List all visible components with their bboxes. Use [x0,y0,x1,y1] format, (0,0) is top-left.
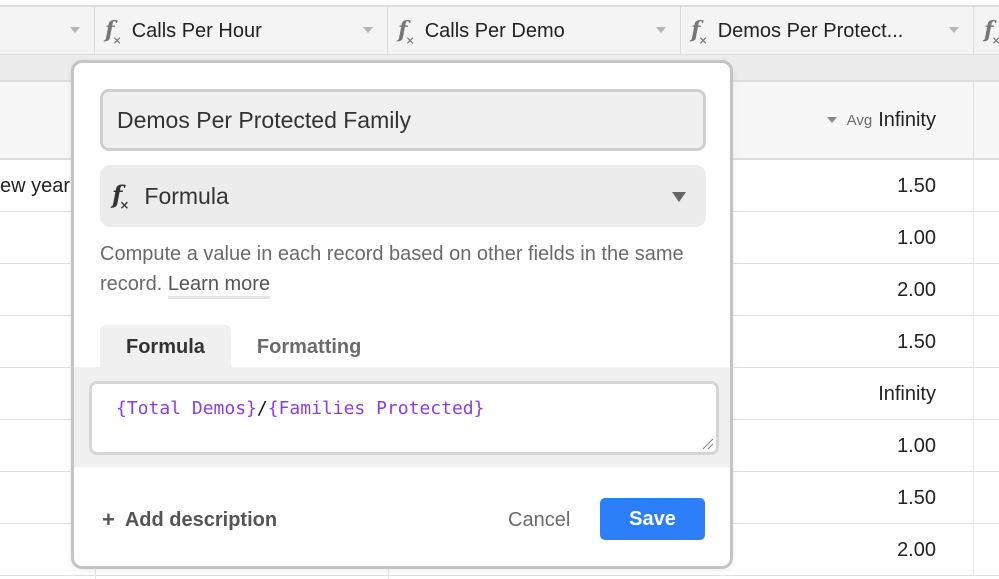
add-description-button[interactable]: + Add description [102,507,277,533]
field-type-label: Formula [144,182,229,209]
chevron-down-icon [672,192,686,202]
save-button[interactable]: Save [600,498,705,540]
field-type-select[interactable]: f× Formula [100,165,706,227]
tab-formatting[interactable]: Formatting [231,325,387,367]
add-description-label: Add description [124,508,278,531]
header-row: f× Calls Per Hour f× Calls Per Demo f× D… [0,5,999,55]
tab-formula[interactable]: Formula [100,325,231,367]
resize-handle-icon[interactable] [703,439,713,449]
formula-icon: f× [398,16,415,48]
column-header-primary[interactable] [0,7,95,55]
chevron-down-icon[interactable] [826,117,837,123]
column-header-demos-per-protected[interactable]: f× Demos Per Protect... [681,7,974,55]
chevron-down-icon[interactable] [656,27,666,33]
field-config-dialog: f× Formula Compute a value in each recor… [71,60,733,569]
formula-editor-area: {Total Demos}/{Families Protected} [74,367,730,467]
formula-icon: f× [105,16,122,48]
formula-input[interactable]: {Total Demos}/{Families Protected} [89,381,719,455]
summary-value: Infinity [878,108,936,131]
column-header-calls-per-hour[interactable]: f× Calls Per Hour [95,7,388,55]
formula-operator: / [256,398,268,419]
column-header-calls-per-demo[interactable]: f× Calls Per Demo [388,7,681,55]
column-header-label: Demos Per Protect... [717,19,904,42]
formula-icon: f× [984,16,999,48]
column-header-label: Calls Per Demo [424,19,565,42]
plus-icon: + [102,507,115,532]
chevron-down-icon[interactable] [70,27,80,33]
column-header-label: Calls Per Hour [131,19,262,42]
field-type-description: Compute a value in each record based on … [100,239,706,299]
field-reference: {Families Protected} [267,398,485,419]
cancel-button[interactable]: Cancel [508,509,570,532]
config-tabs: Formula Formatting [100,325,387,367]
chevron-down-icon[interactable] [949,27,959,33]
summary-aggregate-label: Avg [846,111,873,129]
formula-icon: f× [112,180,130,212]
learn-more-link[interactable]: Learn more [167,273,271,299]
formula-icon: f× [691,16,708,48]
column-header-next[interactable]: f× [974,7,999,55]
field-reference: {Total Demos} [116,398,257,419]
chevron-down-icon[interactable] [363,27,373,33]
field-name-input[interactable] [100,89,706,151]
